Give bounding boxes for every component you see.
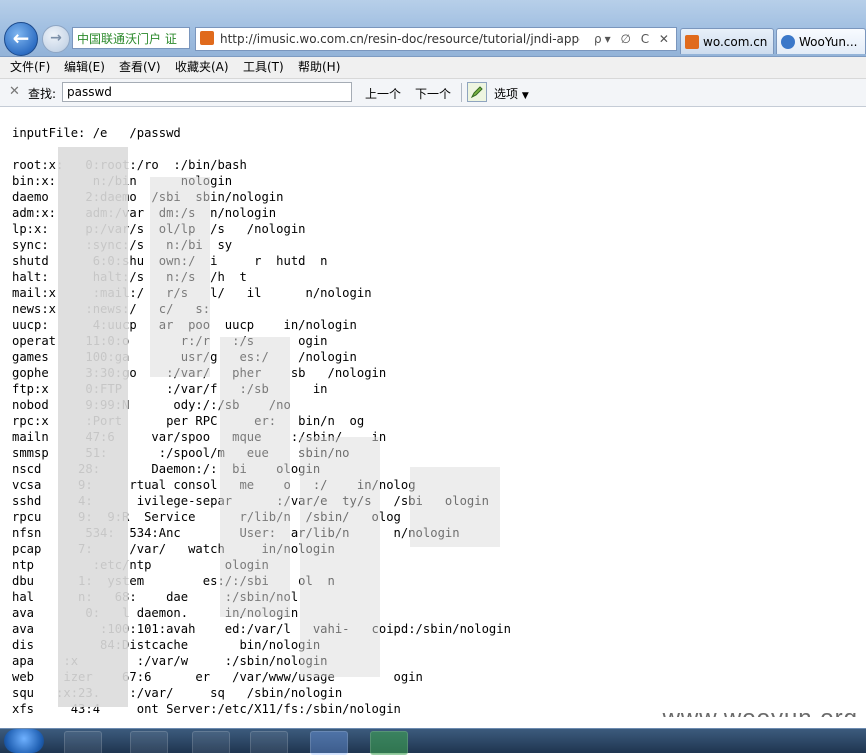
menu-help[interactable]: 帮助(H) xyxy=(298,57,340,78)
tab-label: wo.com.cn xyxy=(703,35,768,49)
messenger-icon[interactable] xyxy=(64,731,102,755)
page-content: inputFile: /e /passwd root:x: 0:root:/ro… xyxy=(0,107,866,717)
browser-titlebar: ← → 中国联通沃门户 证 http://imusic.wo.com.cn/re… xyxy=(0,0,866,57)
find-options-button[interactable]: 选项 ▼ xyxy=(494,85,529,102)
file-line: inputFile: /e /passwd xyxy=(12,126,181,140)
taskbar xyxy=(0,728,866,755)
menu-bar: 文件(F) 编辑(E) 查看(V) 收藏夹(A) 工具(T) 帮助(H) xyxy=(0,57,866,79)
site-tag[interactable]: 中国联通沃门户 证 xyxy=(72,27,190,49)
chevron-down-icon: ▼ xyxy=(521,91,529,101)
censor-mosaic xyxy=(410,467,500,547)
tab-label: WooYun... xyxy=(799,35,858,49)
menu-file[interactable]: 文件(F) xyxy=(10,57,50,78)
menu-view[interactable]: 查看(V) xyxy=(119,57,161,78)
censor-mosaic xyxy=(220,337,290,617)
find-next-button[interactable]: 下一个 xyxy=(415,85,451,102)
menu-favorites[interactable]: 收藏夹(A) xyxy=(175,57,229,78)
tab-favicon-icon xyxy=(685,35,699,49)
ie-icon[interactable] xyxy=(310,731,348,755)
green-app-icon[interactable] xyxy=(370,731,408,755)
back-button[interactable]: ← xyxy=(4,22,38,56)
url-text[interactable]: http://imusic.wo.com.cn/resin-doc/resour… xyxy=(220,28,580,50)
menu-tools[interactable]: 工具(T) xyxy=(243,57,284,78)
site-favicon-icon xyxy=(200,31,214,45)
find-options-label: 选项 xyxy=(494,87,519,101)
find-bar: ✕ 查找: 上一个 下一个 选项 ▼ xyxy=(0,79,866,107)
censor-mosaic xyxy=(300,437,380,677)
ie-favicon-icon xyxy=(781,35,795,49)
censor-mosaic xyxy=(150,177,210,377)
address-tools-icon[interactable]: ρ▾ ∅ C ✕ xyxy=(594,28,672,50)
menu-edit[interactable]: 编辑(E) xyxy=(64,57,105,78)
qq-penguin-icon[interactable] xyxy=(130,731,168,755)
watermark: www.wooyun.org xyxy=(663,705,858,717)
address-bar[interactable]: http://imusic.wo.com.cn/resin-doc/resour… xyxy=(195,27,677,51)
computer-icon[interactable] xyxy=(250,731,288,755)
censor-mosaic xyxy=(58,147,128,707)
windows-start-icon[interactable] xyxy=(4,729,44,753)
find-prev-button[interactable]: 上一个 xyxy=(365,85,401,102)
forward-button[interactable]: → xyxy=(42,25,70,53)
file-line: daemo 2:daemo /sbi sbin/nologin xyxy=(12,190,284,204)
notepad-icon[interactable] xyxy=(192,731,230,755)
divider xyxy=(461,83,462,102)
find-label: 查找: xyxy=(28,87,57,101)
file-line: halt: halt:/s n:/s /h t xyxy=(12,270,247,284)
close-icon[interactable]: ✕ xyxy=(9,84,20,99)
highlight-pen-icon[interactable] xyxy=(467,82,487,102)
find-input[interactable] xyxy=(62,82,352,102)
tab-wooyun[interactable]: WooYun... xyxy=(776,28,866,54)
tab-wo[interactable]: wo.com.cn xyxy=(680,28,774,54)
file-line: adm:x: adm:/var dm:/s n/nologin xyxy=(12,206,277,220)
file-line: root:x: 0:root:/ro :/bin/bash xyxy=(12,158,247,172)
